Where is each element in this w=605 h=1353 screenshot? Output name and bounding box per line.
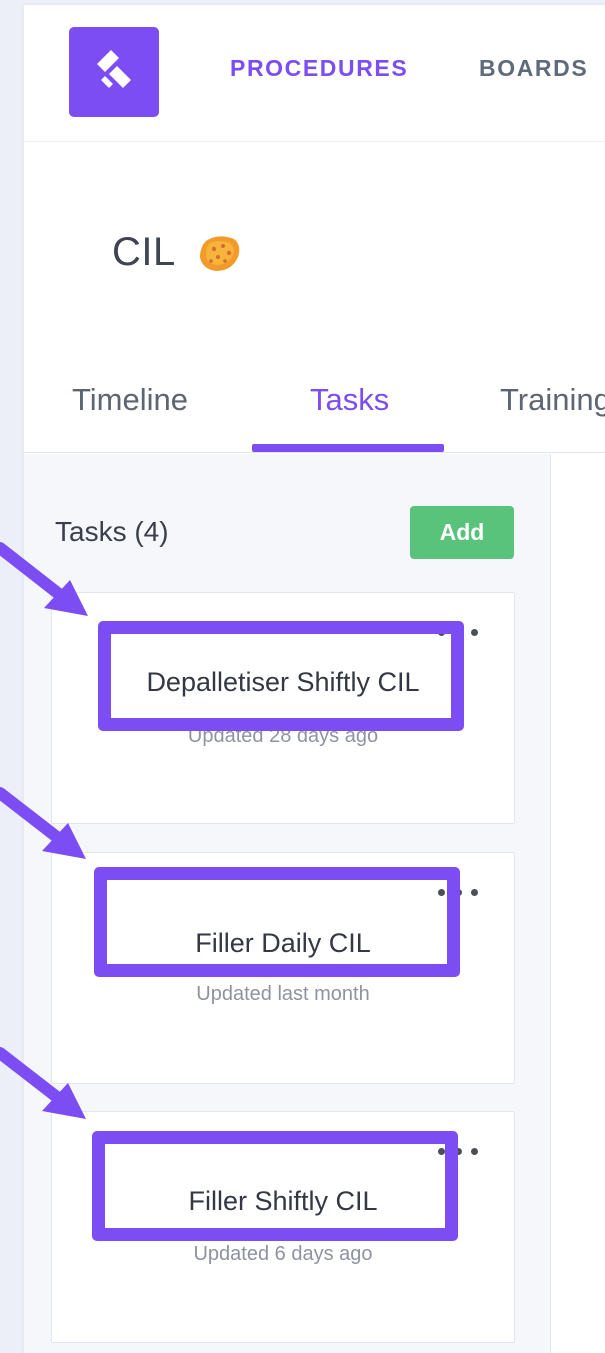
page-header: CIL xyxy=(112,230,242,275)
tab-bar: Timeline Tasks Training xyxy=(24,345,605,453)
active-tab-indicator xyxy=(252,444,444,452)
sponge-icon xyxy=(199,235,240,271)
page-title: CIL xyxy=(112,230,176,274)
add-task-button[interactable]: Add xyxy=(410,506,514,559)
tab-tasks[interactable]: Tasks xyxy=(310,382,389,418)
arrow-icon xyxy=(0,787,86,859)
tab-timeline[interactable]: Timeline xyxy=(72,382,188,418)
tab-training[interactable]: Training xyxy=(500,382,605,418)
highlight-box xyxy=(98,621,464,731)
nav-procedures-link[interactable]: PROCEDURES xyxy=(230,55,408,82)
top-navigation: PROCEDURES BOARDS xyxy=(24,5,605,142)
logo-icon[interactable] xyxy=(69,27,159,117)
arrow-icon xyxy=(0,542,88,616)
arrow-icon xyxy=(0,1047,86,1119)
highlight-box xyxy=(92,1131,458,1241)
task-updated-time: Updated 6 days ago xyxy=(193,1243,373,1265)
task-updated-time: Updated last month xyxy=(196,983,370,1005)
nav-boards-link[interactable]: BOARDS xyxy=(479,55,588,82)
highlight-box xyxy=(94,867,460,977)
